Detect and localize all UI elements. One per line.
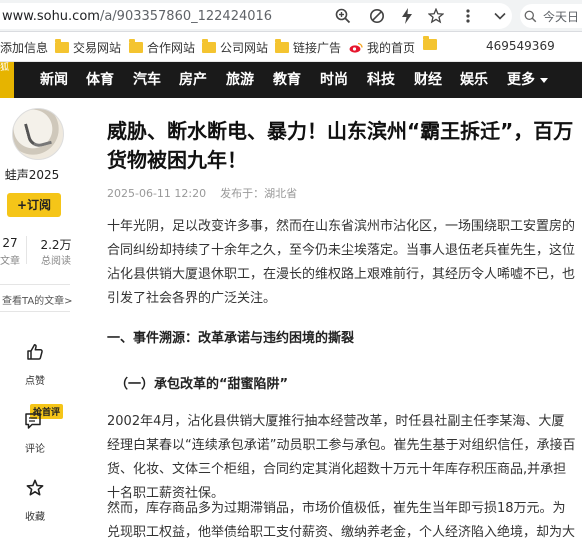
comment-icon[interactable] [22,410,44,432]
search-icon [524,10,537,22]
bookmark-item[interactable]: 添加信息 [0,39,48,56]
nav-fashion[interactable]: 时尚 [320,62,348,98]
publish-date: 2025-06-11 12:20 [107,187,207,200]
publish-source: 发布于：湖北省 [220,187,298,200]
chevron-down-icon[interactable] [489,5,511,27]
bookmark-item[interactable]: 469549369 [486,39,555,53]
reads-count: 2.2万 [40,238,72,252]
search-box[interactable]: 今天日 [520,4,582,28]
nav-finance[interactable]: 财经 [414,62,442,98]
article-paragraph: 2002年4月，沾化县供销大厦推行抽本经营改革，时任县社副主任李某海、大厦经理白… [107,414,576,501]
bookmarks-bar: 添加信息 交易网站 合作网站 公司网站 链接广告 我的首页 469549369 [0,32,582,62]
section-heading: 一、事件溯源：改革承诺与违约困境的撕裂 [107,331,355,346]
nav-sports[interactable]: 体育 [86,62,114,98]
caret-down-icon [540,77,548,83]
nav-education[interactable]: 教育 [273,62,301,98]
bookmark-folder[interactable]: 公司网站 [202,39,268,56]
folder-icon [423,36,437,50]
bookmark-folder[interactable]: 合作网站 [129,39,195,56]
divider [0,311,70,312]
site-logo[interactable]: 狐 [0,62,14,98]
reads-label: 总阅读 [41,256,71,267]
block-icon[interactable] [366,5,388,27]
url-text: www.sohu.com/a/903357860_122424016 [2,8,273,24]
more-icon[interactable] [457,5,479,27]
nav-more[interactable]: 更多 [507,62,548,98]
star-bookmark-icon[interactable] [425,5,447,27]
divider [0,284,70,285]
collect-label: 收藏 [25,512,45,523]
browser-toolbar: www.sohu.com/a/903357860_122424016 今天日 [0,0,582,32]
bookmark-folder[interactable]: 链接广告 [275,39,341,56]
nav-tech[interactable]: 科技 [367,62,395,98]
lightning-icon[interactable] [396,5,418,27]
divider [26,236,27,264]
zoom-icon[interactable] [332,5,354,27]
weibo-icon [349,42,363,53]
folder-icon [55,39,69,53]
bookmark-folder[interactable]: 交易网站 [55,39,121,56]
bookmark-folder[interactable] [423,36,441,50]
folder-icon [202,39,216,53]
site-nav: 狐 新闻 体育 汽车 房产 旅游 教育 时尚 科技 财经 娱乐 更多 [0,62,582,98]
article-meta: 2025-06-11 12:20 发布于：湖北省 [107,185,297,201]
folder-icon [275,39,289,53]
nav-news[interactable]: 新闻 [40,62,68,98]
nav-auto[interactable]: 汽车 [133,62,161,98]
bookmark-item[interactable]: 我的首页 [349,39,415,56]
like-icon[interactable] [24,341,46,363]
see-more-link[interactable]: 查看TA的文章> [2,292,73,307]
follow-button[interactable]: +订阅 [7,193,61,217]
article-paragraph: 十年光阴，足以改变许多事，然而在山东省滨州市沾化区，一场围绕职工安置房的合同纠纷… [107,219,576,306]
author-name[interactable]: 蛙声2025 [0,166,64,183]
folder-icon [129,39,143,53]
article-paragraph: 然而，库存商品多为过期滞销品，市场价值极低，崔先生当年即亏损18万元。为兑现职工… [107,501,576,540]
nav-travel[interactable]: 旅游 [226,62,254,98]
comment-label: 评论 [25,444,45,455]
like-label: 点赞 [25,376,45,387]
article-title: 威胁、断水断电、暴力！山东滨州“霸王拆迁”，百万货物被困九年！ [107,119,574,172]
search-hint: 今天日 [543,9,580,24]
nav-house[interactable]: 房产 [179,62,207,98]
collect-star-icon[interactable] [24,477,46,499]
subsection-heading: （一）承包改革的“甜蜜陷阱” [115,377,289,392]
nav-entertainment[interactable]: 娱乐 [460,62,488,98]
avatar[interactable] [12,108,64,160]
